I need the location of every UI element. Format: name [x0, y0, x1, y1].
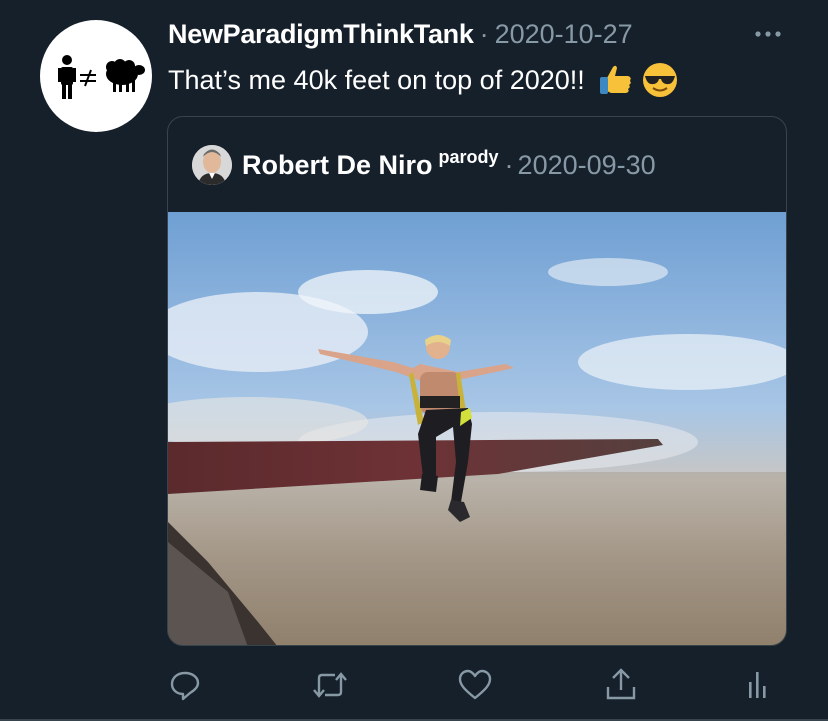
- sunglasses-emoji: [641, 61, 679, 99]
- tweet-text-line: That’s me 40k feet on top of 2020!!: [168, 60, 798, 100]
- retweet-icon[interactable]: [308, 665, 352, 705]
- reply-icon[interactable]: [163, 665, 207, 705]
- tweet-header: NewParadigmThinkTank · 2020-10-27: [168, 15, 788, 53]
- parody-tag: parody: [438, 146, 499, 167]
- quoted-date[interactable]: 2020-09-30: [518, 150, 656, 181]
- header-separator: ·: [479, 18, 489, 49]
- quoted-tweet-header: Robert De Niro parody · 2020-09-30: [192, 145, 656, 185]
- person-not-equal-sheep-icon: [58, 55, 145, 99]
- share-icon[interactable]: [599, 665, 643, 705]
- author-avatar[interactable]: [40, 20, 152, 132]
- tweet-text: That’s me 40k feet on top of 2020!!: [168, 64, 585, 95]
- more-options-icon[interactable]: [748, 17, 788, 51]
- heart-icon[interactable]: [453, 665, 497, 705]
- quoted-media-video[interactable]: [168, 212, 786, 645]
- tweet-date[interactable]: 2020-10-27: [495, 19, 633, 50]
- quoted-author-name[interactable]: Robert De Niro: [242, 150, 433, 181]
- quoted-tweet-card[interactable]: Robert De Niro parody · 2020-09-30: [167, 116, 787, 646]
- analytics-icon[interactable]: [736, 665, 780, 705]
- quoted-separator: ·: [504, 149, 514, 180]
- quoted-author-avatar[interactable]: [192, 145, 232, 185]
- author-name[interactable]: NewParadigmThinkTank: [168, 19, 474, 50]
- tweet-action-bar: [0, 655, 828, 715]
- thumbs-up-emoji: [597, 61, 635, 99]
